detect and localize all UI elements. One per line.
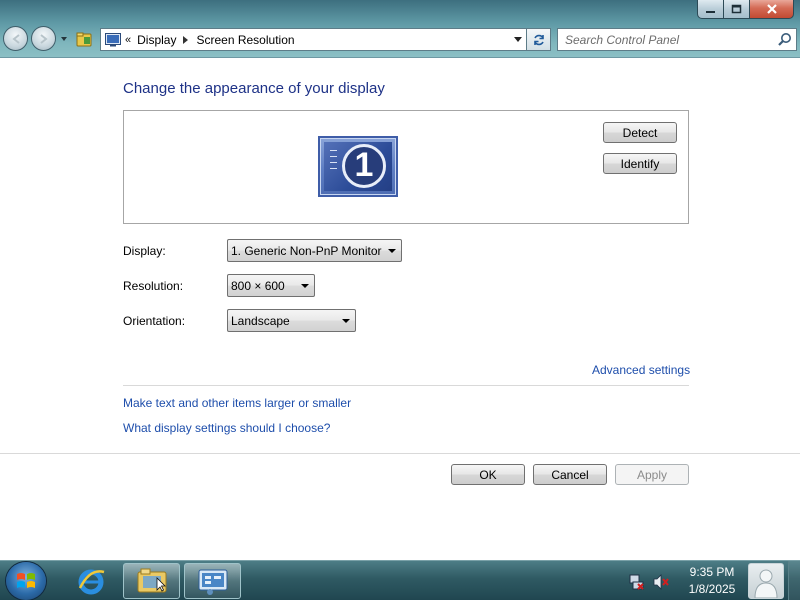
screen-detail [330, 162, 337, 163]
back-button[interactable] [3, 26, 28, 51]
chevron-down-icon [388, 249, 396, 253]
start-button[interactable] [6, 562, 46, 600]
window-chrome: « Display Screen Resolution [0, 0, 800, 58]
text-size-link[interactable]: Make text and other items larger or smal… [123, 396, 351, 410]
taskbar-internet-explorer[interactable] [64, 563, 118, 599]
breadcrumb-screen-resolution[interactable]: Screen Resolution [196, 33, 294, 47]
resolution-select[interactable]: 800 × 600 [227, 274, 315, 297]
monitor-screen: 1 [324, 142, 392, 191]
back-arrow-icon [11, 33, 20, 44]
user-avatar-icon [754, 569, 778, 598]
forward-arrow-icon [39, 33, 48, 44]
refresh-button[interactable] [527, 28, 551, 51]
close-icon [766, 4, 777, 14]
breadcrumb-display[interactable]: Display [137, 33, 176, 47]
maximize-button[interactable] [724, 0, 750, 19]
breadcrumb-separator-icon[interactable] [183, 35, 189, 44]
maximize-icon [731, 4, 742, 14]
content-area: Change the appearance of your display 1 … [0, 58, 800, 560]
breadcrumb-overflow[interactable]: « [125, 34, 131, 46]
footer-divider [0, 453, 800, 454]
orientation-select[interactable]: Landscape [227, 309, 356, 332]
display-select-value: 1. Generic Non-PnP Monitor [231, 243, 382, 258]
window-controls [697, 0, 794, 19]
windows-explorer-icon [137, 568, 166, 593]
monitor-number: 1 [342, 144, 386, 188]
identify-button[interactable]: Identify [603, 153, 677, 174]
monitor-1-icon[interactable]: 1 [318, 136, 398, 197]
display-preview-panel: 1 Detect Identify [123, 110, 689, 224]
detect-button[interactable]: Detect [603, 122, 677, 143]
search-input[interactable] [558, 29, 768, 50]
ok-button[interactable]: OK [451, 464, 525, 485]
search-icon[interactable] [777, 32, 792, 47]
close-button[interactable] [750, 0, 794, 19]
screen-detail [330, 156, 337, 157]
control-panel-folder-icon [76, 32, 92, 47]
advanced-settings-link[interactable]: Advanced settings [592, 363, 690, 377]
search-box [557, 28, 797, 51]
display-help-link[interactable]: What display settings should I choose? [123, 421, 330, 435]
minimize-button[interactable] [697, 0, 724, 19]
volume-muted-icon[interactable] [653, 574, 669, 590]
control-panel-icon [198, 569, 227, 595]
screen-detail [330, 150, 337, 151]
taskbar-control-panel[interactable] [184, 563, 241, 599]
start-orb-icon [17, 573, 35, 588]
taskbar: 9:35 PM 1/8/2025 [0, 560, 800, 600]
chevron-down-icon [301, 284, 309, 288]
orientation-label: Orientation: [123, 314, 186, 328]
refresh-icon [533, 34, 544, 45]
taskbar-clock[interactable]: 9:35 PM 1/8/2025 [681, 564, 743, 598]
recent-pages-dropdown[interactable] [59, 26, 69, 51]
resolution-select-value: 800 × 600 [231, 278, 285, 293]
internet-explorer-icon [78, 569, 105, 595]
display-select[interactable]: 1. Generic Non-PnP Monitor [227, 239, 402, 262]
network-icon[interactable] [629, 574, 645, 590]
taskbar-windows-explorer[interactable] [123, 563, 180, 599]
clock-time: 9:35 PM [689, 565, 735, 579]
show-desktop-button[interactable] [788, 561, 800, 600]
resolution-label: Resolution: [123, 279, 184, 293]
forward-button[interactable] [31, 26, 56, 51]
clock-date: 1/8/2025 [688, 582, 736, 596]
screen-detail [330, 168, 337, 169]
display-label: Display: [123, 244, 166, 258]
apply-button[interactable]: Apply [615, 464, 689, 485]
cancel-button[interactable]: Cancel [533, 464, 607, 485]
orientation-select-value: Landscape [231, 313, 290, 328]
divider [123, 385, 689, 386]
user-tile[interactable] [748, 563, 784, 599]
minimize-icon [706, 10, 715, 13]
navigation-buttons [3, 26, 69, 51]
address-history-dropdown[interactable] [509, 29, 526, 50]
chevron-down-icon [342, 319, 350, 323]
page-title: Change the appearance of your display [123, 80, 385, 97]
control-panel-icon [105, 32, 121, 46]
address-bar[interactable]: « Display Screen Resolution [100, 28, 527, 51]
